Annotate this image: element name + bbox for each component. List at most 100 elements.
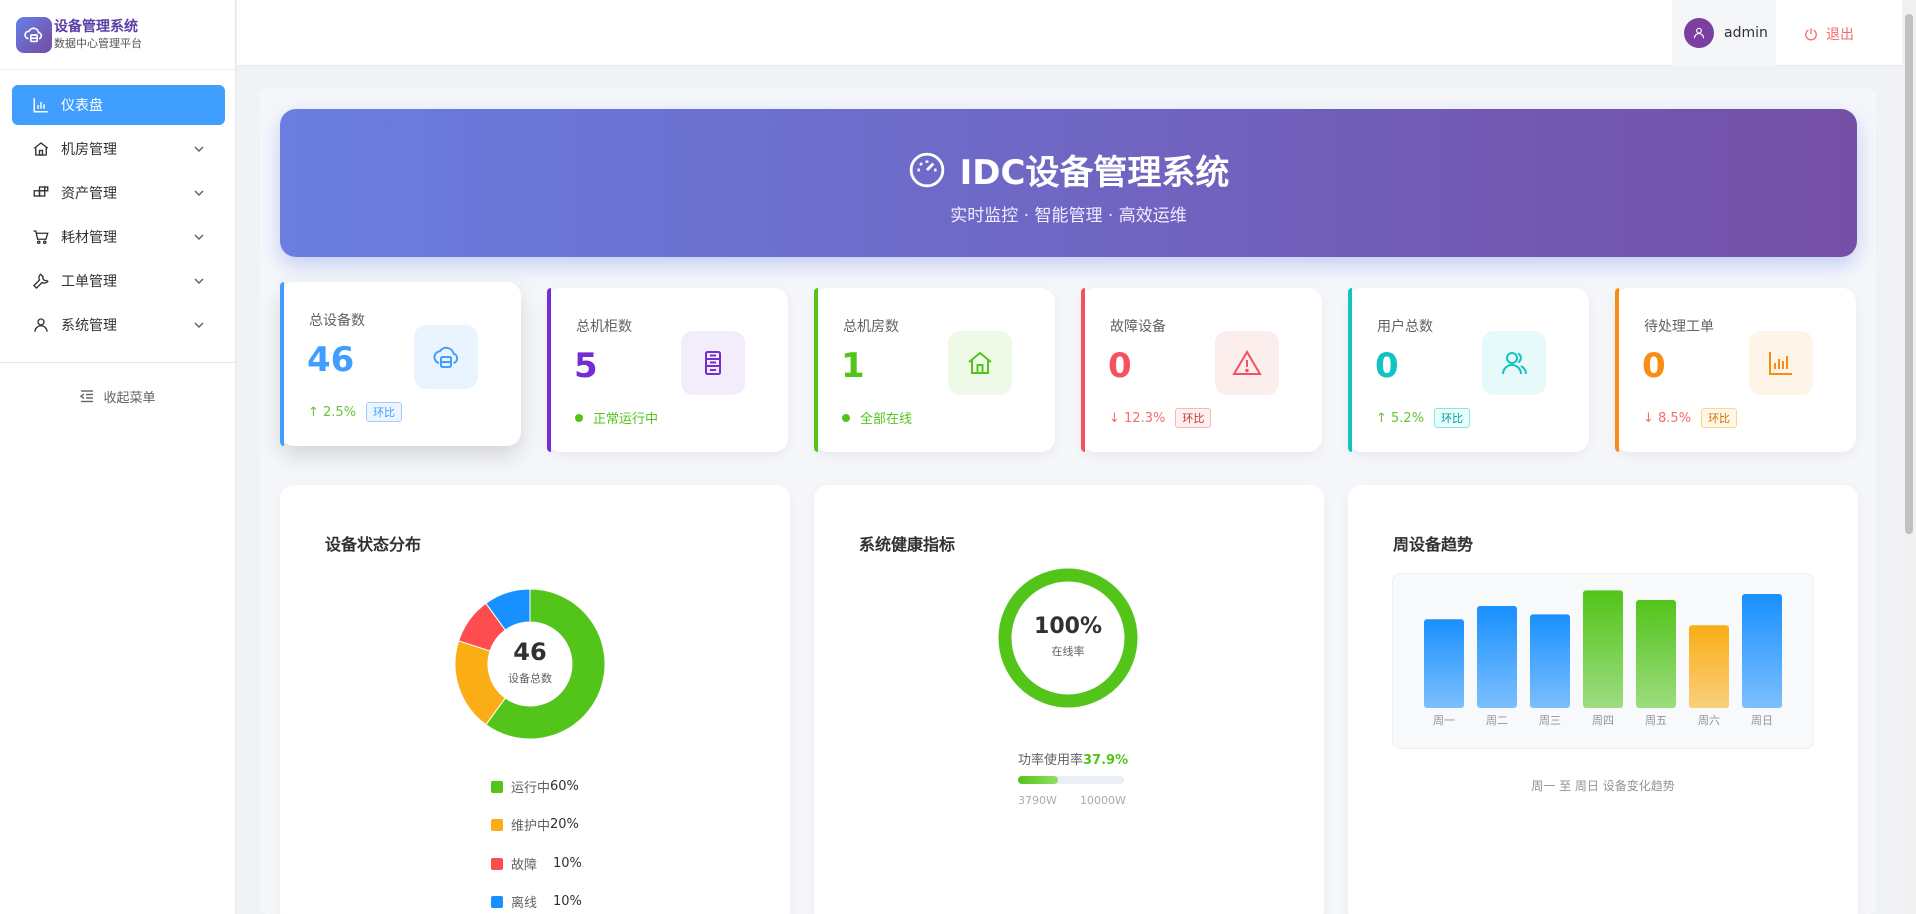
bar-chart-icon	[1749, 331, 1813, 395]
power-total: 10000W	[1080, 794, 1126, 807]
sidebar-item-ticket[interactable]: 工单管理	[12, 261, 227, 301]
stat-label: 总设备数	[309, 313, 365, 329]
collapse-label: 收起菜单	[103, 390, 156, 406]
weekly-bar-4[interactable]	[1636, 600, 1676, 708]
app-title: 设备管理系统	[54, 18, 138, 35]
side-menu: 仪表盘 机房管理 资产管理 耗材管理 工单管理 系统管理	[0, 70, 235, 345]
online-rate-value: 100%	[1034, 614, 1102, 639]
stat-card-total-users[interactable]: 用户总数 0 ↑ 5.2% 环比	[1348, 288, 1589, 452]
stat-value: 1	[841, 346, 865, 386]
chevron-down-icon	[194, 234, 204, 241]
power-rate: 37.9%	[1083, 753, 1129, 768]
legend-pct: 20%	[550, 817, 579, 832]
sidebar-item-label: 系统管理	[61, 318, 117, 334]
stat-card-pending-tickets[interactable]: 待处理工单 0 ↓ 8.5% 环比	[1615, 288, 1856, 452]
chevron-down-icon	[194, 322, 204, 329]
stat-card-total-cabinets[interactable]: 总机柜数 5 正常运行中	[547, 288, 788, 452]
cloud-server-icon	[414, 325, 478, 389]
user-menu[interactable]: admin	[1672, 0, 1776, 66]
stat-card-total-rooms[interactable]: 总机房数 1 全部在线	[814, 288, 1055, 452]
weekly-bar-2[interactable]	[1530, 614, 1570, 708]
stat-trend: ↑ 2.5%	[308, 404, 357, 420]
x-tick-label: 周日	[1751, 714, 1773, 727]
online-rate-label: 在线率	[1051, 645, 1085, 658]
stat-card-faulty-devices[interactable]: 故障设备 0 ↓ 12.3% 环比	[1081, 288, 1322, 452]
stat-tag: 环比	[366, 402, 403, 422]
sidebar: 设备管理系统 数据中心管理平台 仪表盘 机房管理 资产管理 耗材管理 工单管理	[0, 0, 236, 914]
stat-trend: ↑ 5.2%	[1376, 410, 1425, 426]
card-title: 周设备趋势	[1393, 535, 1474, 554]
weekly-bar-chart: 周一 周二 周三 周四 周五 周六 周日	[1392, 573, 1814, 749]
x-tick-label: 周四	[1592, 714, 1614, 727]
user-icon	[34, 318, 48, 332]
system-health-card: 系统健康指标 100% 在线率 功率使用率37.9% 3790W 10000W	[814, 485, 1324, 914]
grid-icon	[33, 186, 49, 197]
logout-button[interactable]: 退出	[1804, 24, 1854, 44]
stat-value: 5	[574, 346, 598, 386]
avatar	[1684, 18, 1714, 48]
stat-tag: 环比	[1175, 408, 1212, 428]
status-dot	[842, 413, 850, 422]
card-title: 设备状态分布	[325, 535, 422, 554]
weekly-bar-6[interactable]	[1742, 594, 1782, 708]
power-progress-bar	[1018, 776, 1124, 784]
stat-trend: ↓ 8.5%	[1643, 410, 1692, 426]
legend-item: 离线 10%	[491, 892, 582, 911]
sidebar-item-dashboard[interactable]: 仪表盘	[12, 85, 225, 125]
power-label: 功率使用率	[1018, 753, 1084, 768]
donut-total-label: 设备总数	[508, 672, 552, 685]
weekly-bar-0[interactable]	[1424, 619, 1464, 708]
sidebar-item-label: 资产管理	[61, 186, 117, 202]
logout-label: 退出	[1826, 27, 1854, 43]
weekly-bar-3[interactable]	[1583, 590, 1623, 708]
x-tick-label: 周六	[1698, 714, 1720, 727]
house-icon	[948, 331, 1012, 395]
x-tick-label: 周五	[1645, 714, 1667, 727]
stat-tag: 环比	[1434, 408, 1471, 428]
chevron-down-icon	[194, 278, 204, 285]
card-title: 系统健康指标	[859, 535, 956, 554]
power-icon	[1805, 28, 1817, 41]
stat-label: 故障设备	[1110, 319, 1166, 335]
weekly-bar-chart-svg: 周一 周二 周三 周四 周五 周六 周日	[1424, 590, 1782, 727]
legend-pct: 60%	[550, 779, 579, 794]
scrollbar-thumb[interactable]	[1905, 14, 1913, 534]
weekly-bar-5[interactable]	[1689, 625, 1729, 708]
stat-value: 0	[1108, 346, 1132, 386]
home-icon	[33, 142, 49, 156]
stat-label: 总机房数	[843, 319, 899, 335]
power-progress-fill	[1018, 776, 1059, 784]
stat-card-total-devices[interactable]: 总设备数 46 ↑ 2.5% 环比	[280, 282, 521, 446]
users-icon	[1482, 331, 1546, 395]
chart-bar-icon	[33, 98, 48, 113]
power-used: 3790W	[1018, 794, 1057, 807]
logo[interactable]: 设备管理系统 数据中心管理平台	[0, 0, 235, 70]
wrench-icon	[32, 273, 49, 290]
sidebar-item-asset[interactable]: 资产管理	[12, 173, 227, 213]
weekly-bar-1[interactable]	[1477, 606, 1517, 708]
sidebar-item-system[interactable]: 系统管理	[12, 305, 227, 345]
user-name: admin	[1724, 25, 1768, 41]
page-scrollbar[interactable]	[1902, 0, 1916, 914]
server-rack-icon	[681, 331, 745, 395]
legend-name: 运行中	[511, 781, 551, 796]
banner-subtitle: 实时监控 · 智能管理 · 高效运维	[950, 206, 1187, 226]
donut-total: 46	[513, 638, 547, 666]
sidebar-item-label: 仪表盘	[61, 98, 103, 114]
cart-icon	[33, 230, 49, 245]
stat-label: 总机柜数	[576, 319, 632, 335]
welcome-banner: IDC设备管理系统 实时监控 · 智能管理 · 高效运维	[280, 109, 1857, 257]
legend-name: 离线	[511, 896, 538, 911]
sidebar-item-consumable[interactable]: 耗材管理	[12, 217, 227, 257]
x-tick-label: 周三	[1539, 714, 1561, 727]
dashboard-gauge-icon	[909, 152, 944, 187]
stat-value: 0	[1375, 346, 1399, 386]
sidebar-item-label: 耗材管理	[61, 230, 117, 246]
collapse-menu-button[interactable]: 收起菜单	[0, 363, 235, 429]
x-tick-label: 周一	[1433, 714, 1455, 727]
status-dot	[575, 413, 583, 422]
indent-icon	[80, 390, 94, 403]
stat-trend: ↓ 12.3%	[1109, 410, 1166, 426]
legend-name: 维护中	[511, 819, 551, 834]
sidebar-item-room[interactable]: 机房管理	[12, 129, 227, 169]
